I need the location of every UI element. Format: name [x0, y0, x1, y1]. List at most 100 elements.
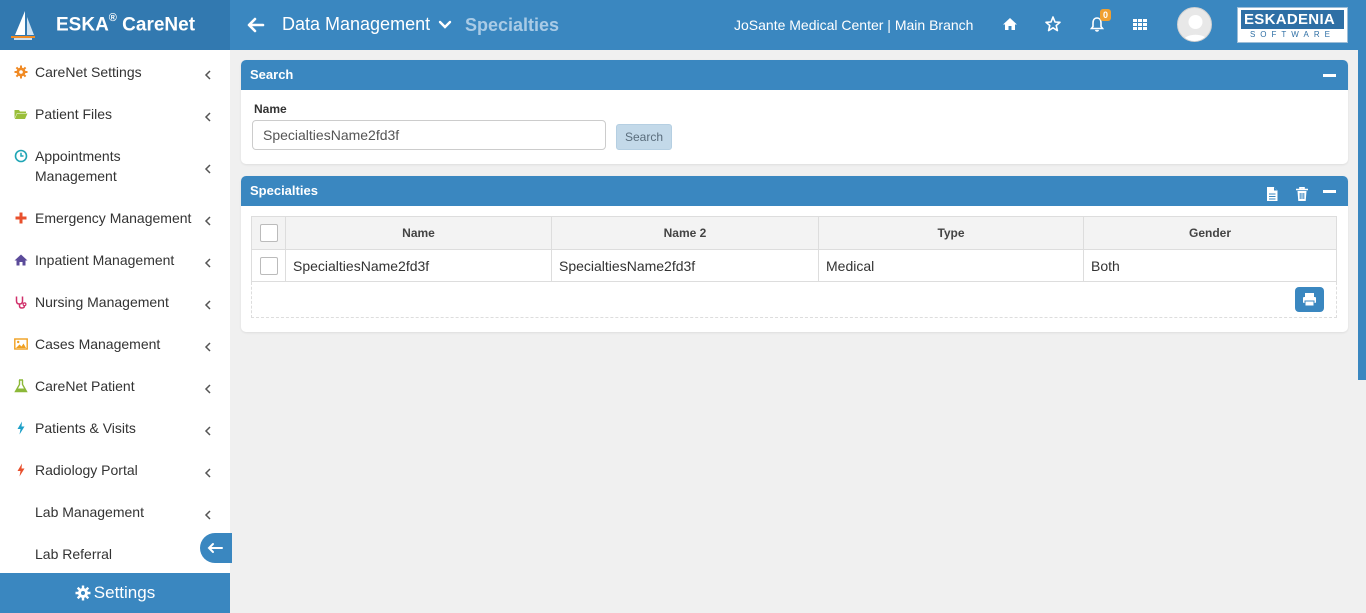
table-footer [251, 282, 1337, 318]
sidebar-item-patient-files[interactable]: Patient Files [0, 104, 230, 124]
select-all-checkbox[interactable] [259, 224, 278, 242]
name-field-label: Name [254, 102, 287, 116]
blank-icon [14, 505, 28, 519]
column-header-gender[interactable]: Gender [1083, 216, 1337, 250]
specialties-panel: Specialties Name Name 2 Type Gender Spec… [241, 176, 1348, 332]
center-branch-name[interactable]: JoSante Medical Center | Main Branch [734, 17, 973, 33]
top-bar: ESKA® CareNet Data Management Specialtie… [0, 0, 1366, 50]
sidebar-item-patients-visits[interactable]: Patients & Visits [0, 418, 230, 438]
cell-name2[interactable]: SpecialtiesName2fd3f [551, 249, 819, 282]
chevron-left-icon [204, 423, 212, 436]
eskadenia-logo-subtext: SOFTWARE [1249, 30, 1336, 39]
gear-icon [14, 65, 28, 79]
printer-icon [1303, 293, 1316, 307]
chevron-left-icon [204, 339, 212, 352]
table-row[interactable]: SpecialtiesName2fd3f SpecialtiesName2fd3… [251, 249, 1337, 282]
eskadenia-logo: ESKADENIA SOFTWARE [1237, 7, 1348, 43]
breadcrumb-data-management[interactable]: Data Management [282, 14, 430, 35]
specialties-panel-header: Specialties [241, 176, 1348, 206]
sidebar-item-cases-management[interactable]: Cases Management [0, 334, 230, 354]
sidebar-item-label: Lab Referral [35, 546, 113, 562]
app-title: ESKA® CareNet [56, 11, 196, 36]
sailboat-logo-icon [6, 8, 40, 42]
print-button[interactable] [1295, 287, 1324, 312]
search-panel: Search Name Search [241, 60, 1348, 164]
chevron-left-icon [204, 67, 212, 80]
sidebar-item-inpatient-management[interactable]: Inpatient Management [0, 250, 230, 270]
sidebar-item-label: CareNet Settings [35, 64, 142, 80]
column-header-type[interactable]: Type [818, 216, 1084, 250]
cell-gender[interactable]: Both [1083, 249, 1337, 282]
home-icon[interactable] [1001, 15, 1021, 35]
row-select-cell [251, 249, 286, 282]
chevron-left-icon [204, 161, 212, 174]
stethoscope-icon [14, 295, 28, 309]
sidebar-item-radiology-portal[interactable]: Radiology Portal [0, 460, 230, 480]
sidebar-item-label: Lab Management [35, 504, 144, 520]
settings-button[interactable]: Settings [0, 573, 230, 613]
avatar[interactable] [1177, 7, 1212, 42]
sidebar-item-lab-management[interactable]: Lab Management [0, 502, 230, 522]
sidebar-item-carenet-settings[interactable]: CareNet Settings [0, 62, 230, 82]
sidebar-item-label: Inpatient Management [35, 252, 175, 268]
search-panel-title: Search [250, 67, 294, 82]
row-checkbox[interactable] [259, 256, 278, 275]
star-icon[interactable] [1044, 15, 1064, 35]
page-title: Specialties [465, 15, 560, 35]
trash-icon[interactable] [1294, 183, 1310, 201]
sidebar-item-carenet-patient[interactable]: CareNet Patient [0, 376, 230, 396]
sidebar-item-label: CareNet Patient [35, 378, 135, 394]
chevron-left-icon [204, 213, 212, 226]
brand[interactable]: ESKA® CareNet [0, 0, 230, 50]
chevron-left-icon [204, 297, 212, 310]
select-all-cell [251, 216, 286, 250]
grid-icon[interactable] [1131, 15, 1151, 35]
new-document-icon[interactable] [1264, 183, 1280, 201]
eskadenia-logo-text: ESKADENIA [1241, 10, 1344, 29]
chevron-down-icon[interactable] [438, 18, 452, 32]
flask-icon [14, 379, 28, 393]
collapse-minus-icon[interactable] [1323, 190, 1336, 193]
chevron-left-icon [204, 507, 212, 520]
sidebar-item-label: Appointments Management [35, 148, 121, 184]
sidebar-item-label: Emergency Management [35, 210, 192, 226]
sidebar-item-lab-referral[interactable]: Lab Referral [0, 544, 230, 564]
name-search-input[interactable] [252, 120, 606, 150]
plus-icon [14, 211, 28, 225]
bolt-icon [14, 421, 28, 435]
specialties-panel-title: Specialties [250, 183, 318, 198]
home-icon [14, 253, 28, 267]
back-arrow-icon[interactable] [244, 13, 268, 37]
chevron-left-icon [204, 381, 212, 394]
chevron-left-icon [204, 255, 212, 268]
cell-name[interactable]: SpecialtiesName2fd3f [285, 249, 552, 282]
cell-type[interactable]: Medical [818, 249, 1084, 282]
specialties-table: Name Name 2 Type Gender SpecialtiesName2… [251, 216, 1337, 282]
search-button[interactable]: Search [616, 124, 672, 150]
sidebar-item-label: Radiology Portal [35, 462, 138, 478]
sidebar-item-nursing-management[interactable]: Nursing Management [0, 292, 230, 312]
settings-label: Settings [93, 583, 156, 602]
image-icon [14, 337, 28, 351]
chevron-left-icon [204, 109, 212, 122]
clock-icon [14, 149, 28, 163]
scrollbar-thumb[interactable] [1358, 50, 1366, 380]
collapse-sidebar-button[interactable] [200, 533, 232, 563]
sidebar-item-appointments-management[interactable]: Appointments Management [0, 146, 230, 186]
table-header-row: Name Name 2 Type Gender [251, 216, 1337, 250]
sidebar-item-label: Patient Files [35, 106, 113, 122]
bolt-icon [14, 463, 28, 477]
sidebar-item-label: Cases Management [35, 336, 161, 352]
search-panel-header: Search [241, 60, 1348, 90]
notification-badge: 0 [1100, 9, 1111, 21]
column-header-name[interactable]: Name [285, 216, 552, 250]
gear-icon [75, 585, 91, 601]
folder-open-icon [14, 107, 28, 121]
collapse-minus-icon[interactable] [1323, 74, 1336, 77]
sidebar-item-emergency-management[interactable]: Emergency Management [0, 208, 230, 228]
sidebar: CareNet Settings Patient Files Appointme… [0, 50, 230, 573]
blank-icon [14, 547, 28, 561]
chevron-left-icon [204, 465, 212, 478]
column-header-name2[interactable]: Name 2 [551, 216, 819, 250]
sidebar-item-label: Nursing Management [35, 294, 169, 310]
